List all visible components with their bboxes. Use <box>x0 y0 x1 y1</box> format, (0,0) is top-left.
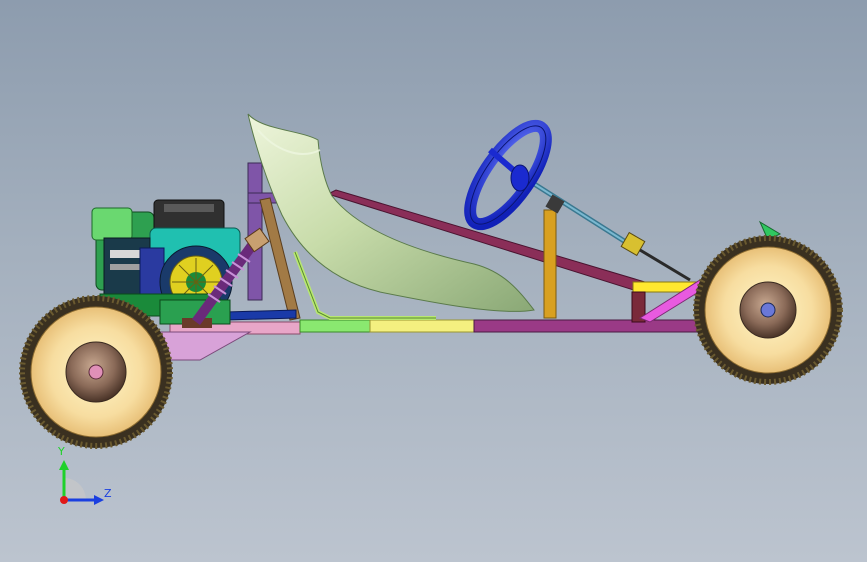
y-axis-label: Y <box>57 445 65 458</box>
cad-graphics-viewport[interactable]: Y Z <box>0 0 867 562</box>
coordinate-triad: Y Z <box>57 445 112 505</box>
z-axis-label: Z <box>104 487 112 500</box>
x-axis-icon <box>60 496 68 504</box>
